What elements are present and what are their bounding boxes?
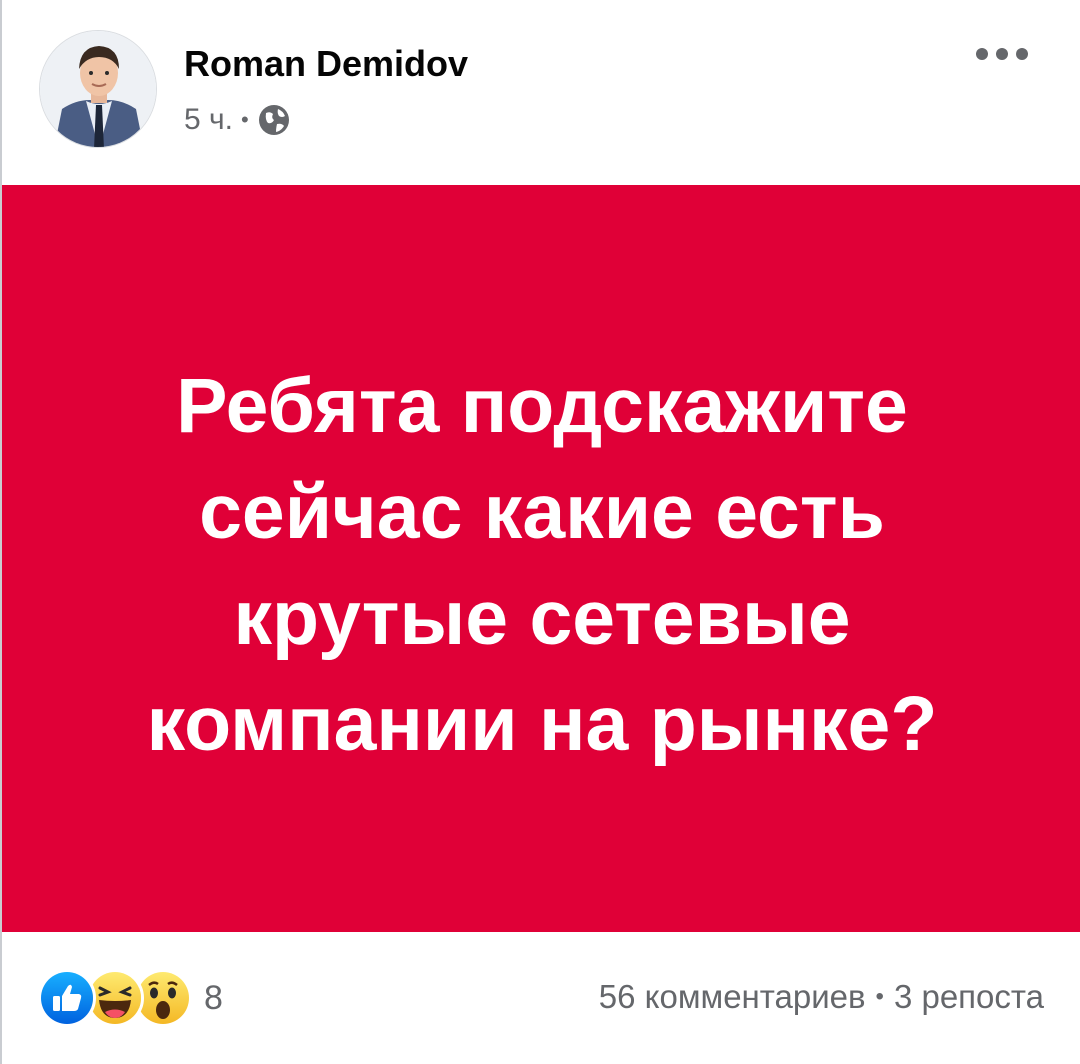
reactions-summary[interactable]: 8 xyxy=(38,966,223,1030)
meta-separator: • xyxy=(240,107,249,132)
post-time[interactable]: 5 ч. xyxy=(184,103,233,137)
post-text-line: Ребята подскажите xyxy=(176,362,908,449)
more-options-icon[interactable] xyxy=(974,36,1030,72)
post-text-line: сейчас какие есть xyxy=(199,468,885,555)
post-content-banner[interactable]: Ребята подскажите сейчас какие есть крут… xyxy=(2,185,1080,932)
shares-count-link[interactable]: 3 репоста xyxy=(894,978,1044,1016)
post-card: Roman Demidov 5 ч. • Ребята подскажите с… xyxy=(0,0,1080,1064)
author-avatar[interactable] xyxy=(39,30,157,148)
post-header: Roman Demidov 5 ч. • xyxy=(2,0,1080,185)
post-meta: 5 ч. • xyxy=(184,100,291,140)
post-text: Ребята подскажите сейчас какие есть крут… xyxy=(62,353,1022,777)
globe-icon[interactable] xyxy=(257,103,291,137)
avatar-photo-icon xyxy=(40,31,156,147)
stats-separator: • xyxy=(875,983,884,1010)
author-name[interactable]: Roman Demidov xyxy=(184,42,468,86)
reactions-count: 8 xyxy=(204,978,223,1017)
comments-count-link[interactable]: 56 комментариев xyxy=(599,978,866,1016)
like-icon xyxy=(38,969,96,1027)
post-text-line: компании на рынке? xyxy=(146,680,938,767)
post-text-line: крутые сетевые xyxy=(233,574,851,661)
post-stats: 56 комментариев • 3 репоста xyxy=(599,978,1044,1016)
